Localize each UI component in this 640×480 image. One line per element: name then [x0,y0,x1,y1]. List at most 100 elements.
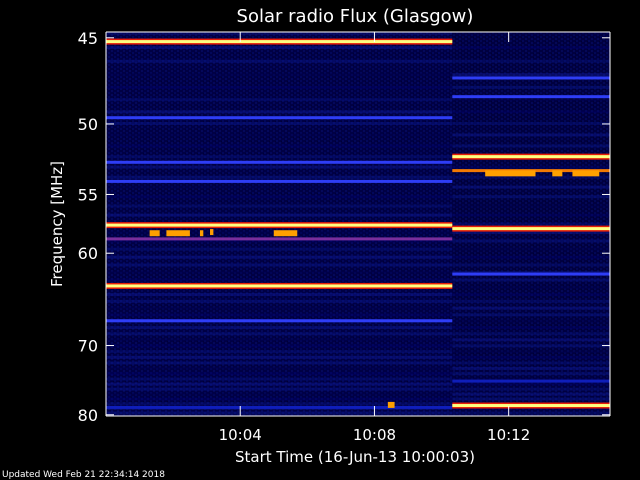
texture-band [106,402,453,406]
emission-line-1-7 [106,284,453,288]
texture-band [452,387,610,391]
texture-band [452,185,610,189]
texture-band [106,313,453,317]
burst-4 [210,229,214,236]
texture-band [452,73,610,77]
burst-3 [199,230,204,237]
chart-title: Solar radio Flux (Glasgow) [237,6,474,27]
texture-band [106,332,453,336]
texture-band [452,326,610,330]
texture-band [452,366,610,370]
y-tick-label-45: 45 [78,29,98,48]
texture-band [452,338,610,342]
texture-band [106,292,453,296]
texture-band [106,372,453,376]
emission-line-1-1 [106,40,453,44]
texture-band [106,377,453,381]
texture-band [452,361,610,365]
texture-band [452,59,610,63]
texture-band [106,387,453,391]
texture-band [106,397,453,401]
emission-line-1-2 [106,116,453,120]
texture-band [452,98,610,102]
texture-band [452,411,610,415]
texture-band [452,46,610,50]
burst-7 [485,170,536,177]
x-tick-label-2: 10:08 [353,426,396,444]
emission-line-2-2 [452,95,610,99]
texture-band [452,372,610,376]
x-tick-label-1: 10:04 [219,426,262,444]
texture-band [452,263,610,267]
emission-line-2-1 [452,76,610,80]
burst-2 [166,230,190,237]
texture-band [106,411,453,415]
texture-band [106,344,453,348]
emission-line-1-6 [106,237,453,241]
texture-band [452,195,610,199]
plot-area [106,32,610,416]
texture-band [452,319,610,323]
texture-band [452,239,610,243]
texture-band [106,299,453,303]
emission-line-2-7 [452,379,610,383]
y-tick-label-55: 55 [78,185,98,204]
y-tick-label-80: 80 [78,406,98,425]
texture-band [106,59,453,63]
texture-band [452,392,610,396]
emission-line-1-3 [106,160,453,164]
burst-6 [387,401,395,408]
texture-band [452,255,610,259]
emission-line-2-3 [452,155,610,159]
emission-line-2-6 [452,272,610,276]
texture-band [106,326,453,330]
texture-band [452,165,610,169]
texture-band [452,344,610,348]
emission-line-1-5 [106,223,453,227]
y-axis-label: Frequency [MHz] [48,161,66,287]
texture-band [452,332,610,336]
texture-band [452,285,610,289]
texture-band [452,313,610,317]
texture-band [106,73,453,77]
texture-band [106,392,453,396]
texture-band [106,306,453,310]
texture-band [452,350,610,354]
texture-band [106,361,453,365]
texture-band [106,213,453,217]
y-tick-label-50: 50 [78,115,98,134]
y-tick-label-70: 70 [78,337,98,356]
texture-band [106,263,453,267]
emission-line-1-4 [106,179,453,183]
texture-band [106,85,453,89]
footer-updated: Updated Wed Feb 21 22:34:14 2018 [2,470,165,480]
emission-line-2-8 [452,404,610,408]
texture-band [106,175,453,179]
texture-band [452,85,610,89]
texture-band [452,278,610,282]
texture-band [106,255,453,259]
burst-5 [273,230,298,237]
texture-band [106,122,453,126]
texture-band [106,366,453,370]
burst-8 [552,170,563,177]
emission-line-1-9 [106,405,453,409]
texture-band [106,355,453,359]
texture-band [106,133,453,137]
texture-band [106,110,453,114]
burst-1 [149,230,160,237]
texture-band [106,271,453,275]
texture-band [452,355,610,359]
texture-band [452,247,610,251]
texture-band [106,278,453,282]
texture-band [106,195,453,199]
texture-band [452,110,610,114]
texture-band [452,144,610,148]
texture-band [106,155,453,159]
texture-band [452,299,610,303]
texture-band [452,292,610,296]
texture-band [106,247,453,251]
burst-9 [572,170,600,177]
texture-band [106,46,453,50]
texture-band [452,306,610,310]
